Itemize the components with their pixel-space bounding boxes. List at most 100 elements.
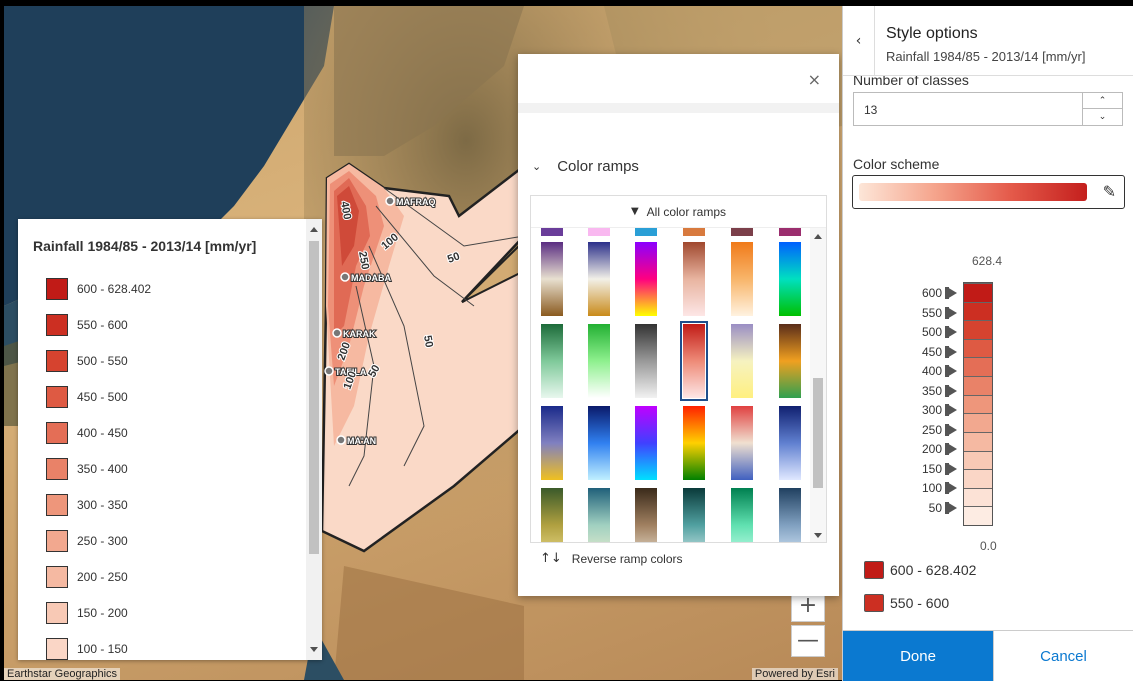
color-ramp-swatch[interactable] xyxy=(731,324,753,398)
color-ramp-swatch[interactable] xyxy=(683,406,705,480)
ramp-filter-dropdown[interactable]: ▼ All color ramps xyxy=(531,196,826,228)
color-ramp-swatch[interactable] xyxy=(779,406,801,480)
color-ramp-swatch[interactable] xyxy=(731,406,753,480)
powered-by-esri[interactable]: Powered by Esri xyxy=(751,668,838,680)
color-scheme-picker[interactable]: ✎ xyxy=(852,175,1125,209)
style-options-panel: ‹ Style options Rainfall 1984/85 - 2013/… xyxy=(842,6,1133,681)
color-ramp-swatch[interactable] xyxy=(588,488,610,542)
class-swatch-1[interactable] xyxy=(864,594,884,612)
number-of-classes-input[interactable]: 13 ⌃ ⌄ xyxy=(853,92,1123,126)
legend-list: 600 - 628.402 550 - 600 500 - 550 450 - 500… xyxy=(46,271,151,660)
legend-item-label: 200 - 250 xyxy=(77,570,128,584)
class-swatch-row[interactable]: 600 - 628.402 xyxy=(864,561,976,579)
break-handle-base[interactable] xyxy=(945,443,949,455)
color-ramp-swatch[interactable] xyxy=(779,242,801,316)
stepper-down-icon[interactable]: ⌄ xyxy=(1083,109,1122,125)
class-swatch-0[interactable] xyxy=(864,561,884,579)
break-handle-base[interactable] xyxy=(945,365,949,377)
map-attribution[interactable]: Earthstar Geographics xyxy=(4,668,121,680)
color-ramp-swatch[interactable] xyxy=(635,406,657,480)
ramp-grid xyxy=(531,228,811,542)
legend-item-label: 300 - 350 xyxy=(77,498,128,512)
break-handle-base[interactable] xyxy=(945,384,949,397)
color-ramp-swatch[interactable] xyxy=(588,242,610,316)
legend-item-label: 150 - 200 xyxy=(77,606,128,620)
stepper-up-icon[interactable]: ⌃ xyxy=(1083,93,1122,109)
zoom-out-button[interactable]: — xyxy=(791,625,825,657)
pencil-icon[interactable]: ✎ xyxy=(1103,182,1116,201)
color-ramp-swatch[interactable] xyxy=(731,488,753,542)
class-break-tick-label: 600 xyxy=(921,286,942,300)
city-label-maan: MA'AN xyxy=(347,436,376,446)
scroll-down-icon[interactable] xyxy=(310,647,318,652)
break-handle-base[interactable] xyxy=(945,287,949,299)
break-handle-base[interactable] xyxy=(945,345,949,358)
class-break-tick-label: 450 xyxy=(921,344,942,359)
legend-scroll-thumb[interactable] xyxy=(309,241,319,554)
color-ramp-swatch[interactable] xyxy=(541,228,563,236)
class-break-tick-label: 200 xyxy=(921,442,942,456)
legend-item-label: 600 - 628.402 xyxy=(77,282,152,296)
cancel-button[interactable]: Cancel xyxy=(993,631,1133,681)
scroll-down-icon[interactable] xyxy=(814,533,822,538)
break-handle-base[interactable] xyxy=(945,462,949,475)
color-ramp-swatch[interactable] xyxy=(683,242,705,316)
color-ramp-swatch[interactable] xyxy=(683,488,705,542)
legend-item-label: 400 - 450 xyxy=(77,426,128,440)
color-ramp-swatch[interactable] xyxy=(588,406,610,480)
reverse-ramp-button[interactable]: ↑↓ Reverse ramp colors xyxy=(540,551,683,566)
break-handle-base[interactable] xyxy=(945,306,949,319)
legend-swatch xyxy=(46,350,68,372)
color-ramp-swatch[interactable] xyxy=(588,228,610,236)
break-handle-base[interactable] xyxy=(945,423,949,436)
city-label-karak: KARAK xyxy=(343,329,376,339)
back-button[interactable]: ‹ xyxy=(843,6,875,76)
ramp-scrollbar[interactable] xyxy=(810,228,826,542)
color-ramp-swatch[interactable] xyxy=(779,324,801,398)
color-ramp-swatch[interactable] xyxy=(779,488,801,542)
legend-item: 550 - 600 xyxy=(46,307,151,343)
legend-swatch xyxy=(46,422,68,444)
contour-label: 50 xyxy=(421,334,435,348)
color-ramp-swatch[interactable] xyxy=(680,321,708,401)
break-handle-base[interactable] xyxy=(945,501,949,514)
color-ramp-swatch[interactable] xyxy=(541,242,563,316)
class-swatch-label: 550 - 600 xyxy=(890,595,950,611)
legend-item: 300 - 350 xyxy=(46,487,151,523)
class-break-segment xyxy=(964,506,992,525)
legend-scrollbar[interactable] xyxy=(306,219,322,660)
color-ramp-swatch[interactable] xyxy=(541,406,563,480)
legend-item: 250 - 300 xyxy=(46,523,151,559)
color-ramp-swatch[interactable] xyxy=(541,488,563,542)
break-handle-base[interactable] xyxy=(945,482,949,494)
class-break-tick-label: 550 xyxy=(921,305,942,320)
scroll-up-icon[interactable] xyxy=(310,227,318,232)
color-ramp-swatch[interactable] xyxy=(541,324,563,398)
legend-swatch xyxy=(46,314,68,336)
legend-item-label: 250 - 300 xyxy=(77,534,128,548)
color-ramp-swatch[interactable] xyxy=(779,228,801,236)
class-swatch-row[interactable]: 550 - 600 xyxy=(864,594,949,612)
done-button[interactable]: Done xyxy=(843,631,993,681)
legend-item: 500 - 550 xyxy=(46,343,151,379)
color-ramp-swatch[interactable] xyxy=(683,228,705,236)
color-ramp-swatch[interactable] xyxy=(635,228,657,236)
panel-header: ‹ Style options Rainfall 1984/85 - 2013/… xyxy=(843,6,1133,76)
class-break-segment xyxy=(964,338,992,358)
color-ramp-swatch[interactable] xyxy=(635,488,657,542)
close-icon[interactable]: × xyxy=(808,70,821,89)
classes-stepper[interactable]: ⌃ ⌄ xyxy=(1082,93,1122,125)
color-ramp-swatch[interactable] xyxy=(731,242,753,316)
color-ramps-section-toggle[interactable]: ⌄ Color ramps xyxy=(532,158,639,175)
scroll-up-icon[interactable] xyxy=(814,234,822,239)
ramp-picker: ▼ All color ramps xyxy=(530,195,827,543)
caret-down-icon: ▼ xyxy=(630,206,639,217)
number-of-classes-value: 13 xyxy=(864,103,878,117)
color-ramp-swatch[interactable] xyxy=(731,228,753,236)
color-ramp-swatch[interactable] xyxy=(588,324,610,398)
ramp-scroll-thumb[interactable] xyxy=(813,378,823,488)
color-ramp-swatch[interactable] xyxy=(635,242,657,316)
break-handle-base[interactable] xyxy=(945,404,949,416)
break-handle-base[interactable] xyxy=(945,326,949,338)
color-ramp-swatch[interactable] xyxy=(635,324,657,398)
